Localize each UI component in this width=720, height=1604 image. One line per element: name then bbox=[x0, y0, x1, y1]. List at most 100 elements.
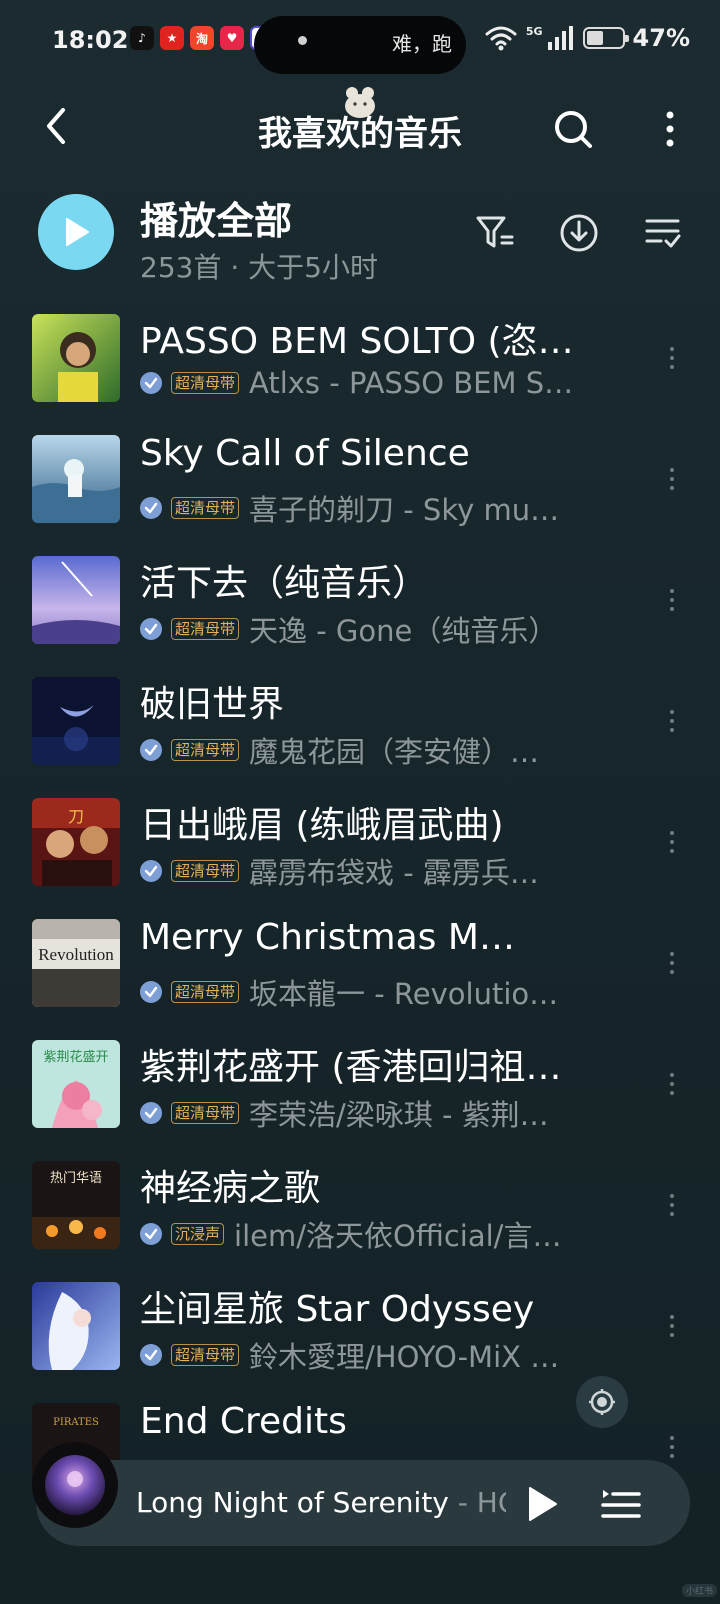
song-artist: 李荣浩/梁咏琪 - 紫荆… bbox=[249, 1098, 549, 1132]
song-cover bbox=[32, 435, 120, 523]
song-row[interactable]: PASSO BEM SOLTO (恣… 超清母带 Atlxs - PASSO BEM… bbox=[0, 290, 720, 414]
song-subtitle: 超清母带 天逸 - Gone（纯音乐） bbox=[140, 608, 590, 650]
song-subtitle: 超清母带 Atlxs - PASSO BEM S… bbox=[140, 366, 590, 400]
song-title: End Credits bbox=[140, 1401, 347, 1442]
play-all-button[interactable] bbox=[38, 194, 114, 270]
player-play-button[interactable] bbox=[520, 1482, 564, 1526]
song-title: PASSO BEM SOLTO (恣… bbox=[140, 321, 574, 362]
filter-icon bbox=[476, 216, 514, 248]
island-text: 难，跑 bbox=[392, 32, 452, 56]
locate-current-button[interactable] bbox=[576, 1376, 628, 1428]
song-title: 尘间星旅 Star Odyssey bbox=[140, 1289, 535, 1330]
check-icon bbox=[140, 739, 162, 761]
network-type: 5G bbox=[525, 24, 543, 38]
song-row[interactable]: 热门华语 神经病之歌 沉浸声 ilem/洛天依Official/言… bbox=[0, 1137, 720, 1261]
page-title: 我喜欢的音乐 bbox=[258, 114, 462, 154]
queue-icon bbox=[601, 1490, 641, 1518]
song-more-button[interactable] bbox=[652, 580, 692, 620]
battery-percent: 47% bbox=[632, 24, 690, 52]
playlist-queue-button[interactable] bbox=[598, 1482, 644, 1526]
song-artist: 鈴木愛理/HOYO-MiX … bbox=[249, 1340, 560, 1374]
song-more-button[interactable] bbox=[652, 943, 692, 983]
song-artist: 坂本龍一 - Revolutio… bbox=[249, 977, 559, 1011]
sort-icon bbox=[645, 219, 681, 248]
song-more-button[interactable] bbox=[652, 1306, 692, 1346]
quality-badge: 超清母带 bbox=[171, 372, 240, 394]
locate-icon bbox=[589, 1389, 615, 1415]
sort-button[interactable] bbox=[640, 210, 686, 256]
check-icon bbox=[140, 497, 162, 519]
song-title: 神经病之歌 bbox=[140, 1168, 321, 1209]
cover-text: Revolution bbox=[38, 945, 114, 964]
download-button[interactable] bbox=[556, 210, 602, 256]
player-disc[interactable] bbox=[32, 1442, 118, 1528]
play-all-section: 播放全部 253首 · 大于5小时 bbox=[0, 180, 720, 290]
status-bar: 18:02 ♪ ★ 淘 ♥ 贴 难，跑 5G 47% bbox=[0, 0, 720, 84]
play-icon bbox=[66, 218, 89, 246]
song-subtitle: 超清母带 李荣浩/梁咏琪 - 紫荆… bbox=[140, 1092, 590, 1134]
song-artist: 天逸 - Gone（纯音乐） bbox=[249, 614, 558, 648]
more-vertical-icon bbox=[670, 1315, 674, 1337]
song-cover bbox=[32, 314, 120, 402]
song-title: 紫荆花盛开 (香港回归祖… bbox=[140, 1047, 562, 1088]
song-more-button[interactable] bbox=[652, 1064, 692, 1104]
song-subtitle: 沉浸声 ilem/洛天依Official/言… bbox=[140, 1213, 590, 1255]
song-row[interactable]: 紫荆花盛开 紫荆花盛开 (香港回归祖… 超清母带 李荣浩/梁咏琪 - 紫荆… bbox=[0, 1016, 720, 1140]
song-row[interactable]: 破旧世界 超清母带 魔鬼花园（李安健）… bbox=[0, 653, 720, 777]
song-artist: 魔鬼花园（李安健）… bbox=[249, 735, 540, 769]
song-subtitle: 超清母带 坂本龍一 - Revolutio… bbox=[140, 971, 590, 1013]
song-artist: 喜子的剃刀 - Sky mu… bbox=[249, 493, 560, 527]
song-more-button[interactable] bbox=[652, 459, 692, 499]
song-cover bbox=[32, 556, 120, 644]
now-playing-artist: HOYO-MiX bbox=[476, 1486, 506, 1519]
island-dot bbox=[298, 36, 307, 45]
song-title: 活下去（纯音乐） bbox=[140, 563, 429, 604]
more-vertical-icon bbox=[670, 710, 674, 732]
quality-badge: 超清母带 bbox=[171, 860, 240, 882]
play-all-label[interactable]: 播放全部 bbox=[140, 190, 292, 245]
song-title: Merry Christmas M… bbox=[140, 917, 515, 958]
song-more-button[interactable] bbox=[652, 338, 692, 378]
song-row[interactable]: 刀 日出峨眉 (练峨眉武曲) 超清母带 霹雳布袋戏 - 霹雳兵… bbox=[0, 774, 720, 898]
song-cover bbox=[32, 1282, 120, 1370]
more-vertical-icon bbox=[670, 1194, 674, 1216]
play-icon bbox=[529, 1487, 557, 1521]
now-playing-separator: - bbox=[448, 1486, 477, 1519]
song-count: 253首 · 大于5小时 bbox=[140, 251, 378, 284]
battery-level bbox=[586, 31, 603, 45]
song-row[interactable]: Revolution Merry Christmas M… 超清母带 坂本龍一 - R… bbox=[0, 895, 720, 1019]
song-more-button[interactable] bbox=[652, 701, 692, 741]
check-icon bbox=[140, 1102, 162, 1124]
song-title: Sky Call of Silence bbox=[140, 433, 470, 474]
more-options-button[interactable] bbox=[650, 104, 690, 154]
song-subtitle: 超清母带 鈴木愛理/HOYO-MiX … bbox=[140, 1334, 590, 1376]
song-subtitle: 超清母带 霹雳布袋戏 - 霹雳兵… bbox=[140, 850, 590, 892]
more-vertical-icon bbox=[670, 952, 674, 974]
song-title: 日出峨眉 (练峨眉武曲) bbox=[140, 805, 504, 846]
song-cover: 热门华语 bbox=[32, 1161, 120, 1249]
party-app-icon: ★ bbox=[160, 26, 184, 50]
more-vertical-icon bbox=[670, 589, 674, 611]
more-vertical-icon bbox=[666, 111, 674, 147]
check-icon bbox=[140, 1344, 162, 1366]
song-row[interactable]: 活下去（纯音乐） 超清母带 天逸 - Gone（纯音乐） bbox=[0, 532, 720, 656]
check-icon bbox=[140, 618, 162, 640]
song-more-button[interactable] bbox=[652, 822, 692, 862]
song-row[interactable]: Sky Call of Silence 超清母带 喜子的剃刀 - Sky mu… bbox=[0, 411, 720, 535]
more-vertical-icon bbox=[670, 1436, 674, 1458]
now-playing[interactable]: Long Night of Serenity - HOYO-MiX bbox=[136, 1486, 506, 1519]
more-vertical-icon bbox=[670, 468, 674, 490]
quality-badge: 超清母带 bbox=[171, 497, 240, 519]
svg-text:PIRATES: PIRATES bbox=[53, 1417, 99, 1428]
song-row[interactable]: 尘间星旅 Star Odyssey 超清母带 鈴木愛理/HOYO-MiX … bbox=[0, 1258, 720, 1382]
header: 我喜欢的音乐 bbox=[0, 84, 720, 174]
watermark: 小红书 bbox=[682, 1584, 718, 1597]
status-time: 18:02 bbox=[52, 26, 129, 54]
svg-text:刀: 刀 bbox=[68, 807, 84, 826]
song-subtitle: 超清母带 喜子的剃刀 - Sky mu… bbox=[140, 487, 590, 529]
check-icon bbox=[140, 372, 162, 394]
song-more-button[interactable] bbox=[652, 1185, 692, 1225]
search-button[interactable] bbox=[548, 104, 598, 154]
filter-button[interactable] bbox=[472, 210, 518, 256]
download-icon bbox=[560, 214, 598, 252]
